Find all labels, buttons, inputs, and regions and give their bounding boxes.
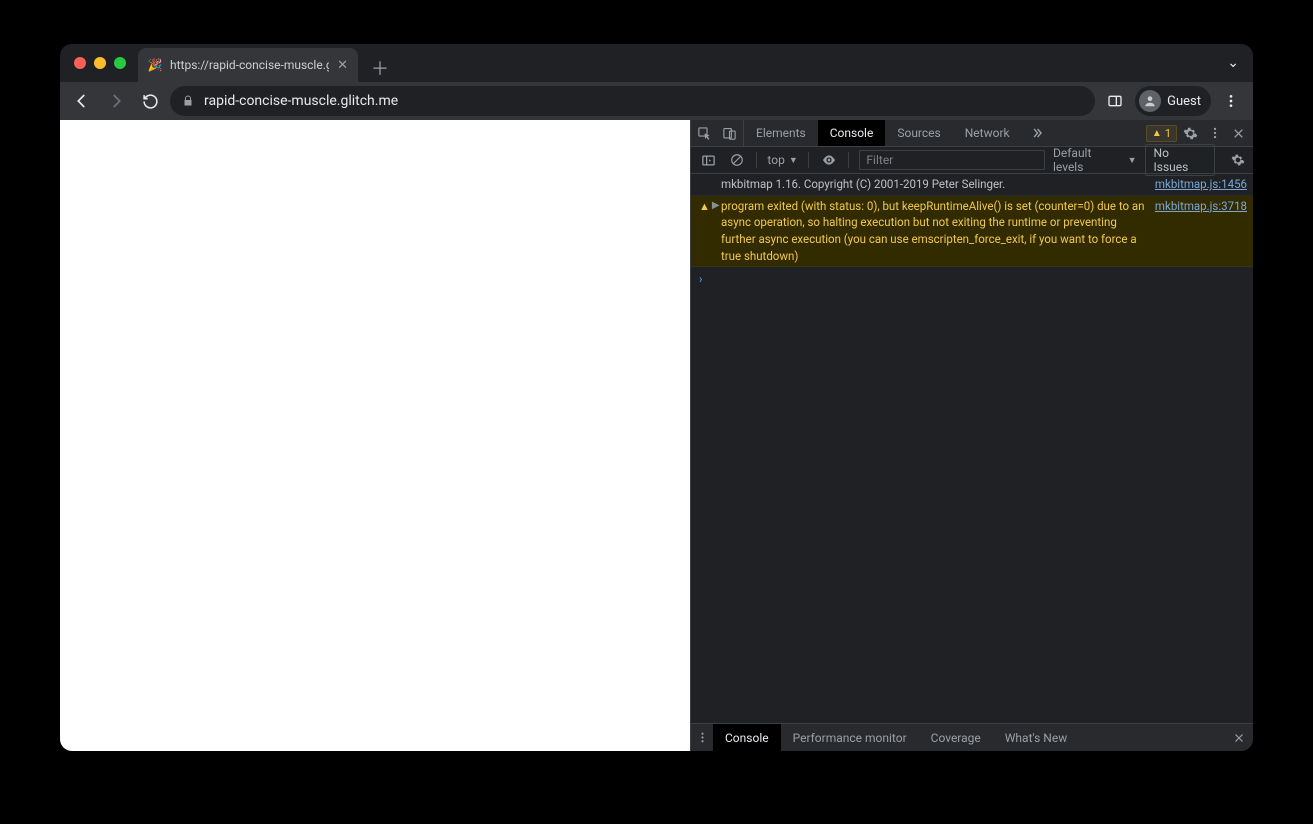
address-bar[interactable]: rapid-concise-muscle.glitch.me xyxy=(170,86,1095,116)
devtools-inspect-strip xyxy=(691,120,744,146)
devtools-panel: Elements Console Sources Network ▲ 1 xyxy=(690,120,1253,751)
console-message[interactable]: mkbitmap 1.16. Copyright (C) 2001-2019 P… xyxy=(691,174,1253,196)
drawer-tab-coverage[interactable]: Coverage xyxy=(919,724,993,751)
side-panel-button[interactable] xyxy=(1101,87,1129,115)
devtools-settings-button[interactable] xyxy=(1183,126,1198,141)
profile-chip[interactable]: Guest xyxy=(1135,86,1211,116)
tab-network[interactable]: Network xyxy=(953,120,1022,146)
tab-overflow-button[interactable] xyxy=(1022,120,1052,146)
expand-caret-icon[interactable]: ▶ xyxy=(712,198,720,214)
drawer-menu-button[interactable] xyxy=(691,724,713,751)
reload-button[interactable] xyxy=(136,87,164,115)
drawer-close-button[interactable] xyxy=(1225,732,1253,744)
tab-sources[interactable]: Sources xyxy=(885,120,952,146)
warning-icon: ▲ xyxy=(1152,128,1162,139)
warning-icon: ▲ xyxy=(699,198,710,216)
devtools-tabs: Elements Console Sources Network xyxy=(744,120,1052,146)
devtools-drawer: Console Performance monitor Coverage Wha… xyxy=(691,723,1253,751)
message-text: program exited (with status: 0), but kee… xyxy=(721,198,1145,265)
console-prompt[interactable]: › xyxy=(691,267,1253,292)
browser-tab[interactable]: 🎉 https://rapid-concise-muscle.g ✕ xyxy=(138,48,358,82)
tab-title: https://rapid-concise-muscle.g xyxy=(170,58,329,72)
device-toolbar-icon[interactable] xyxy=(722,126,737,141)
new-tab-button[interactable]: ＋ xyxy=(366,54,394,82)
lock-icon xyxy=(182,95,194,107)
devtools-close-button[interactable] xyxy=(1232,127,1245,140)
devtools-menu-button[interactable] xyxy=(1208,126,1222,140)
drawer-tab-console[interactable]: Console xyxy=(713,724,781,751)
browser-window: 🎉 https://rapid-concise-muscle.g ✕ ＋ ⌄ r… xyxy=(60,44,1253,751)
window-controls xyxy=(74,57,126,69)
chevron-down-icon: ▼ xyxy=(789,155,798,166)
message-source-link[interactable]: mkbitmap.js:1456 xyxy=(1155,176,1247,193)
warnings-badge[interactable]: ▲ 1 xyxy=(1146,125,1177,142)
close-window-button[interactable] xyxy=(74,57,86,69)
browser-menu-button[interactable] xyxy=(1217,87,1245,115)
clear-console-button[interactable] xyxy=(727,150,747,170)
close-tab-button[interactable]: ✕ xyxy=(337,58,348,73)
console-filter-input[interactable] xyxy=(859,150,1045,170)
back-button[interactable] xyxy=(68,87,96,115)
tab-strip: 🎉 https://rapid-concise-muscle.g ✕ ＋ xyxy=(138,44,394,82)
url-text: rapid-concise-muscle.glitch.me xyxy=(204,93,398,109)
maximize-window-button[interactable] xyxy=(114,57,126,69)
drawer-tab-performance-monitor[interactable]: Performance monitor xyxy=(781,724,919,751)
devtools-tabbar: Elements Console Sources Network ▲ 1 xyxy=(691,120,1253,147)
message-source-link[interactable]: mkbitmap.js:3718 xyxy=(1155,198,1247,215)
chevron-down-icon: ▼ xyxy=(1128,155,1137,166)
tab-console[interactable]: Console xyxy=(818,120,886,146)
prompt-caret-icon: › xyxy=(699,271,702,288)
web-page[interactable] xyxy=(60,120,690,751)
minimize-window-button[interactable] xyxy=(94,57,106,69)
context-label: top xyxy=(767,153,784,167)
message-text: mkbitmap 1.16. Copyright (C) 2001-2019 P… xyxy=(721,176,1145,193)
issues-button[interactable]: No Issues xyxy=(1145,144,1215,176)
log-levels-selector[interactable]: Default levels ▼ xyxy=(1053,146,1137,174)
execution-context-selector[interactable]: top ▼ xyxy=(767,153,797,167)
drawer-tab-whats-new[interactable]: What's New xyxy=(993,724,1079,751)
browser-toolbar: rapid-concise-muscle.glitch.me Guest xyxy=(60,82,1253,120)
tab-favicon: 🎉 xyxy=(148,58,162,72)
console-toolbar: top ▼ Default levels ▼ No Issues xyxy=(691,147,1253,174)
live-expression-button[interactable] xyxy=(819,150,839,170)
console-message[interactable]: ▲ ▶ program exited (with status: 0), but… xyxy=(691,196,1253,268)
tab-elements[interactable]: Elements xyxy=(744,120,818,146)
inspect-element-icon[interactable] xyxy=(697,126,712,141)
console-settings-button[interactable] xyxy=(1231,153,1245,167)
levels-label: Default levels xyxy=(1053,146,1124,174)
content-area: Elements Console Sources Network ▲ 1 xyxy=(60,120,1253,751)
tab-overflow-button[interactable]: ⌄ xyxy=(1227,55,1239,71)
console-sidebar-toggle[interactable] xyxy=(699,150,719,170)
console-output[interactable]: mkbitmap 1.16. Copyright (C) 2001-2019 P… xyxy=(691,174,1253,723)
titlebar: 🎉 https://rapid-concise-muscle.g ✕ ＋ ⌄ xyxy=(60,44,1253,82)
profile-label: Guest xyxy=(1167,94,1201,109)
forward-button[interactable] xyxy=(102,87,130,115)
avatar-icon xyxy=(1139,90,1161,112)
warnings-count: 1 xyxy=(1165,127,1171,140)
